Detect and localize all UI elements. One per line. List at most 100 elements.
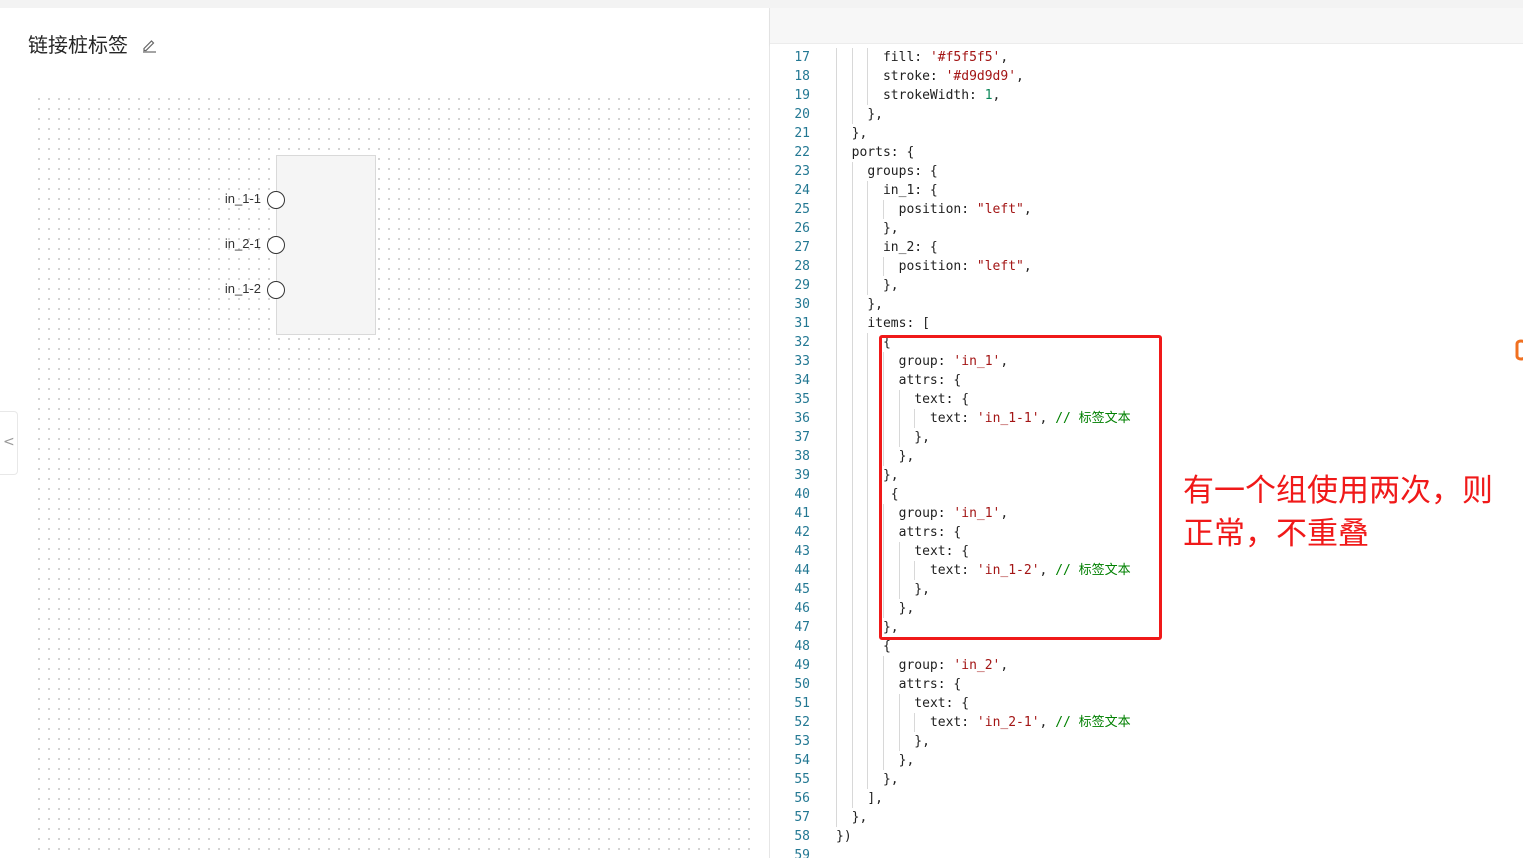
code-line[interactable]: 55}, <box>770 770 1523 789</box>
indent-guide <box>836 352 837 371</box>
code-text: ports: { <box>852 143 915 162</box>
line-number: 47 <box>794 620 810 635</box>
graph-node[interactable] <box>276 155 376 335</box>
line-number: 50 <box>794 677 810 692</box>
code-line[interactable]: 17 fill: '#f5f5f5', <box>770 48 1523 67</box>
indent-guide <box>851 333 853 352</box>
line-number: 42 <box>794 525 810 540</box>
code-token: in_2: { <box>882 240 938 255</box>
code-token: '#d9d9d9' <box>945 69 1017 84</box>
code-line[interactable]: 19 strokeWidth: 1, <box>770 86 1523 105</box>
line-number: 38 <box>794 449 810 464</box>
graph-canvas[interactable] <box>34 94 750 858</box>
line-number: 37 <box>794 430 810 445</box>
indent-guide <box>851 219 853 238</box>
code-text: }, <box>852 808 868 827</box>
indent-guide <box>882 257 884 276</box>
line-number: 36 <box>794 411 810 426</box>
floating-widget-icon[interactable] <box>1513 338 1523 368</box>
code-line[interactable]: 29}, <box>770 276 1523 295</box>
indent-guide <box>867 599 869 618</box>
line-number: 18 <box>794 69 810 84</box>
indent-guide <box>882 713 884 732</box>
indent-guide <box>836 447 837 466</box>
code-line[interactable]: 26}, <box>770 219 1523 238</box>
code-line[interactable]: 22 ports: { <box>770 143 1523 162</box>
code-line[interactable]: 31 items: [ <box>770 314 1523 333</box>
code-line[interactable]: 56], <box>770 789 1523 808</box>
port-label: in_1-2 <box>224 281 261 296</box>
indent-guide <box>851 485 853 504</box>
code-token: strokeWidth: <box>882 88 985 103</box>
collapse-panel-button[interactable]: < <box>0 411 18 475</box>
indent-guide <box>851 561 853 580</box>
indent-guide <box>851 105 853 124</box>
code-token: attrs: { <box>898 677 962 692</box>
annotation-text: 有一个组使用两次，则 正常，不重叠 <box>1183 470 1523 556</box>
code-text: position: "left", <box>899 257 1032 276</box>
line-number: 40 <box>794 487 810 502</box>
indent-guide <box>851 447 853 466</box>
code-line[interactable]: 18 stroke: '#d9d9d9', <box>770 67 1523 86</box>
indent-guide <box>836 770 837 789</box>
code-token: , <box>1023 202 1032 217</box>
indent-guide <box>882 732 884 751</box>
line-number: 25 <box>794 202 810 217</box>
line-number: 28 <box>794 259 810 274</box>
port-circle[interactable] <box>267 281 285 299</box>
code-line[interactable]: 23 groups: { <box>770 162 1523 181</box>
indent-guide <box>882 751 884 770</box>
code-token: 'in_2' <box>953 658 1001 673</box>
indent-guide <box>836 656 837 675</box>
code-line[interactable]: 21}, <box>770 124 1523 143</box>
code-token: fill: <box>882 50 930 65</box>
code-text: stroke: '#d9d9d9', <box>883 67 1024 86</box>
indent-guide <box>851 618 853 637</box>
code-line[interactable]: 59 <box>770 846 1523 858</box>
code-line[interactable]: 57}, <box>770 808 1523 827</box>
port-circle[interactable] <box>267 236 285 254</box>
line-number: 48 <box>794 639 810 654</box>
code-token: }) <box>836 829 852 844</box>
indent-guide <box>867 542 869 561</box>
indent-guide <box>867 751 869 770</box>
code-line[interactable]: 24 in_1: { <box>770 181 1523 200</box>
indent-guide <box>836 105 837 124</box>
line-number: 58 <box>794 829 810 844</box>
line-number: 46 <box>794 601 810 616</box>
code-line[interactable]: 27 in_2: { <box>770 238 1523 257</box>
edit-icon[interactable] <box>141 37 157 53</box>
indent-guide <box>867 618 869 637</box>
line-number: 56 <box>794 791 810 806</box>
code-line[interactable]: 58}) <box>770 827 1523 846</box>
code-token: position: <box>898 259 977 274</box>
indent-guide <box>836 485 837 504</box>
indent-guide <box>867 238 869 257</box>
code-token: , <box>1000 658 1009 673</box>
port-label: in_2-1 <box>224 236 261 251</box>
line-number: 34 <box>794 373 810 388</box>
code-token: }, <box>867 107 883 122</box>
indent-guide <box>851 580 853 599</box>
indent-guide <box>851 542 853 561</box>
indent-guide <box>851 599 853 618</box>
indent-guide <box>867 257 869 276</box>
code-token: , <box>992 88 1001 103</box>
indent-guide <box>836 295 837 314</box>
line-number: 55 <box>794 772 810 787</box>
indent-guide <box>836 808 837 827</box>
code-text: ], <box>867 789 883 808</box>
code-line[interactable]: 30}, <box>770 295 1523 314</box>
line-number: 41 <box>794 506 810 521</box>
indent-guide <box>836 124 837 143</box>
code-token: '#f5f5f5' <box>929 50 1001 65</box>
indent-guide <box>867 713 869 732</box>
line-number: 29 <box>794 278 810 293</box>
indent-guide <box>914 713 916 732</box>
indent-guide <box>867 656 869 675</box>
code-line[interactable]: 20}, <box>770 105 1523 124</box>
indent-guide <box>898 694 900 713</box>
port-circle[interactable] <box>267 191 285 209</box>
code-text: items: [ <box>867 314 930 333</box>
indent-guide <box>867 447 869 466</box>
